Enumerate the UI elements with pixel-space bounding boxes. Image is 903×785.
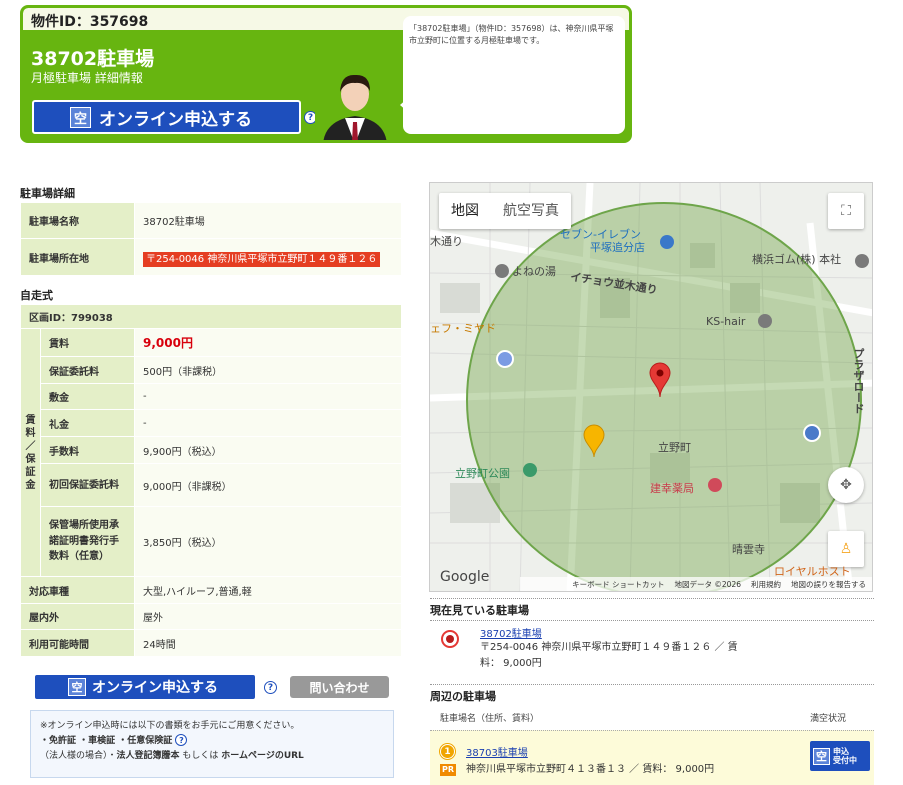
nearby-address: 神奈川県平塚市立野町４１３番１３ ／ 賃料： 9,000円 [466,764,715,775]
fee-value: - [134,409,402,437]
property-header: 物件ID：357698 38702駐車場 月極駐車場 詳細情報 空 オンライン申… [20,5,632,143]
fee-label: 礼金 [40,409,135,437]
table-row: 保管場所使用承諾証明書発行手数料（任意） 3,850円（税込） [21,506,402,577]
col-name: 駐車場名（住所、賃料） [440,714,540,724]
online-apply-button-bottom[interactable]: 空 オンライン申込する [35,675,255,699]
row-label: 利用可能時間 [20,629,135,657]
fee-value: 9,000円（非課税） [134,463,402,507]
online-apply-label: オンライン申込する [92,680,218,696]
online-apply-label: オンライン申込する [99,109,252,130]
table-row: 対応車種 大型,ハイルーフ,普通,軽 [20,576,402,604]
fee-label: 保証委託料 [40,356,135,384]
status-badge[interactable]: 空 申込 受付中 [810,741,870,771]
row-value: 屋外 [134,603,402,630]
fee-label: 敷金 [40,383,135,410]
fee-value: 9,900円（税込） [134,436,402,464]
fee-value: 500円（非課税） [134,356,402,384]
current-address: 〒254-0046 神奈川県平塚市立野町１４９番１２６ ／ 賃 [480,642,738,653]
current-parking: 38702駐車場 〒254-0046 神奈川県平塚市立野町１４９番１２６ ／ 賃… [440,625,870,672]
current-parking-link[interactable]: 38702駐車場 [480,629,542,640]
current-marker-icon [441,630,459,648]
fee-group-label: 賃料／保証金 [20,328,41,577]
table-row: 敷金 - [21,383,402,410]
nearby-parking-link[interactable]: 38703駐車場 [466,744,528,759]
list-item: 1 38703駐車場 PR 神奈川県平塚市立野町４１３番１３ ／ 賃料： 9,0… [430,730,874,785]
fullscreen-icon[interactable]: ⛶ [828,193,864,229]
table-row: 屋内外 屋外 [20,603,402,630]
table-row: 保証委託料 500円（非課税） [21,356,402,384]
table-row: 区画ID：799038 [20,304,402,329]
block-id: 区画ID：799038 [20,304,402,329]
details-table: 駐車場名称 38702駐車場 駐車場所在地 〒254-0046 神奈川県平塚市立… [20,202,402,276]
row-label: 屋内外 [20,603,135,630]
row-value: 大型,ハイルーフ,普通,軽 [134,576,402,604]
help-icon[interactable]: ? [264,681,277,694]
jisou-heading: 自走式 [20,289,53,302]
vacancy-icon: 空 [813,747,830,765]
vacancy-icon: 空 [70,106,91,128]
row-label: 対応車種 [20,576,135,604]
details-heading: 駐車場詳細 [20,187,75,200]
row-label: 駐車場名称 [20,202,135,239]
fee-label: 手数料 [40,436,135,464]
address-value: 〒254-0046 神奈川県平塚市立野町１４９番１２６ [143,251,381,267]
map-canvas[interactable] [430,183,873,592]
fee-label: 賃料 [40,328,135,357]
fee-value: 3,850円（税込） [134,506,402,577]
rent-price: 9,000円 [143,336,193,350]
nearby-rank-icon: 1 [440,744,455,759]
pr-badge: PR [440,764,457,776]
map-type-tabs: 地図 航空写真 [439,193,571,229]
fee-table: 区画ID：799038 賃料／保証金 賃料 9,000円 保証委託料 500円（… [20,304,402,657]
map[interactable]: 地図 航空写真 ⛶ ✥ ♙ セブン-イレブン 平塚追分店 木通り よねの湯 イチ… [429,182,873,592]
col-status: 満空状況 [810,714,847,724]
description-bubble: 「38702駐車場」（物件ID：357698）は、神奈川県平塚市立野町に位置する… [400,16,625,134]
help-icon[interactable]: ? [175,734,188,747]
fee-label: 保管場所使用承諾証明書発行手数料（任意） [40,506,135,577]
required-documents-note: ※オンライン申込時には以下の書類をお手元にご用意ください。 ・免許証 ・車検証 … [30,710,394,778]
staff-avatar [315,64,395,140]
current-parking-heading: 現在見ている駐車場 [430,604,529,617]
row-label: 駐車場所在地 [20,238,135,276]
fee-value: - [134,383,402,410]
pan-control-icon[interactable]: ✥ [828,467,864,503]
table-row: 初回保証委託料 9,000円（非課税） [21,463,402,507]
tab-aerial[interactable]: 航空写真 [491,193,571,229]
row-value: 38702駐車場 [134,202,402,239]
table-row: 礼金 - [21,409,402,437]
page-subtitle: 月極駐車場 詳細情報 [31,71,143,85]
page-title: 38702駐車場 [31,48,155,70]
table-row: 賃料／保証金 賃料 9,000円 [20,328,402,577]
table-row: 駐車場所在地 〒254-0046 神奈川県平塚市立野町１４９番１２６ [20,238,402,276]
nearby-heading: 周辺の駐車場 [430,690,496,703]
table-row: 駐車場名称 38702駐車場 [20,202,402,239]
street-view-icon[interactable]: ♙ [828,531,864,567]
google-logo: Google [440,569,490,585]
table-row: 利用可能時間 24時間 [20,629,402,657]
vacancy-icon: 空 [68,678,86,696]
current-price: 料： 9,000円 [480,658,542,669]
table-row: 手数料 9,900円（税込） [21,436,402,464]
online-apply-button[interactable]: 空 オンライン申込する [32,100,301,134]
contact-button[interactable]: 問い合わせ [290,676,389,698]
tab-map[interactable]: 地図 [439,193,491,229]
map-footer: キーボード ショートカット 地図データ ©2026 利用規約 地図の誤りを報告す… [520,577,872,591]
fee-label: 初回保証委託料 [40,463,135,507]
row-value: 24時間 [134,629,402,657]
